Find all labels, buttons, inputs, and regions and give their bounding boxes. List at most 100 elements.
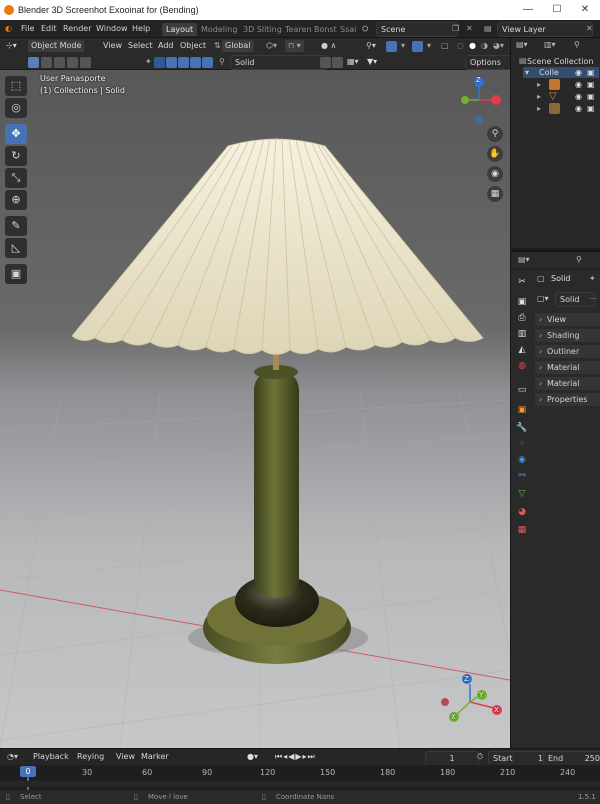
menu-select[interactable]: Select <box>125 40 156 52</box>
menu-help[interactable]: Help <box>132 24 150 33</box>
outliner-display-icon[interactable]: ▥▾ <box>541 39 559 51</box>
item-visibility-icon[interactable]: ◉ <box>575 92 582 101</box>
tool-rotate[interactable]: ↻ <box>5 146 27 166</box>
record-icon[interactable]: ●▾ <box>244 751 261 763</box>
outliner-item-1[interactable]: ▸ ◉ ▣ <box>537 79 599 90</box>
outliner-scene-collection[interactable]: Scene Collection <box>527 57 594 66</box>
tab-layout[interactable]: Layout <box>162 23 198 36</box>
pan-button[interactable]: ✋ <box>487 146 503 162</box>
view-layer-tab-icon[interactable]: ▥ <box>515 328 529 341</box>
object-mode-dropdown[interactable]: Object Mode <box>28 40 85 52</box>
select-mode-intersect-icon[interactable] <box>80 57 91 68</box>
expand-arrow-icon[interactable]: ▾ <box>525 68 529 77</box>
transform-orientation-dropdown[interactable]: Global <box>222 40 254 52</box>
tool-select-box[interactable]: ⬚ <box>5 76 27 96</box>
item-expand-icon[interactable]: ▸ <box>537 80 541 89</box>
end-frame-field[interactable]: End 250 <box>543 751 600 766</box>
scene-selector[interactable]: Scene <box>376 22 458 37</box>
panel-material-2[interactable]: Material <box>535 377 600 390</box>
panel-view[interactable]: View <box>535 313 600 326</box>
vertex-select-icon[interactable] <box>154 57 165 68</box>
timeline-ruler[interactable]: 0 30 60 90 120 150 180 180 210 240 <box>0 765 600 790</box>
world-tab-icon[interactable]: ◍ <box>515 360 529 373</box>
tool-tab-icon[interactable]: ✂ <box>515 276 529 289</box>
gizmo-toggle-icon[interactable] <box>386 41 397 52</box>
shading-type-icon[interactable]: ▢▾ <box>537 294 549 303</box>
layout-icon[interactable]: ▦▾ <box>344 56 362 68</box>
pivot-icon[interactable]: ⌬▾ <box>263 40 280 52</box>
filter-b-icon[interactable] <box>332 57 343 68</box>
constraints-tab-icon[interactable]: ⚯ <box>515 470 529 483</box>
edge-select-icon[interactable] <box>166 57 177 68</box>
overlay-toggle-icon[interactable] <box>412 41 423 52</box>
snap-icon[interactable]: ⊓ ▾ <box>285 40 304 52</box>
item-visibility-icon[interactable]: ◉ <box>575 104 582 113</box>
proportional-edit-icon[interactable]: ● ∧ <box>318 40 339 52</box>
select-mode-extend-icon[interactable] <box>41 57 52 68</box>
close-button[interactable]: ✕ <box>571 0 599 20</box>
panel-material-1[interactable]: Material <box>535 361 600 374</box>
modifier-tab-icon[interactable]: 🔧 <box>515 422 529 435</box>
tool-add-cube[interactable]: ▣ <box>5 264 27 284</box>
timeline-playback-menu[interactable]: Playback <box>30 751 72 763</box>
rendered-shading-icon[interactable]: ◕▾ <box>490 40 507 52</box>
item-render-icon[interactable]: ▣ <box>587 104 595 113</box>
current-frame-field[interactable]: 1 <box>425 751 479 766</box>
pin-icon[interactable]: ✦ <box>589 274 596 283</box>
properties-settings-icon[interactable]: ⋯ <box>589 294 597 303</box>
collection-tab-icon[interactable]: ▭ <box>515 384 529 397</box>
playhead[interactable]: 0 <box>20 766 36 777</box>
snap-target-icon[interactable] <box>190 57 201 68</box>
filter-a-icon[interactable] <box>320 57 331 68</box>
face-select-icon[interactable] <box>178 57 189 68</box>
delete-scene-icon[interactable]: ✕ <box>466 24 473 33</box>
select-mode-subtract-icon[interactable] <box>54 57 65 68</box>
collection-render-icon[interactable]: ▣ <box>587 68 595 77</box>
menu-object[interactable]: Object <box>177 40 209 52</box>
outliner-collection-row[interactable]: ▾ Colle ◉ ▣ <box>523 67 599 78</box>
texture-tab-icon[interactable]: ▦ <box>515 524 529 537</box>
snap-base-icon[interactable] <box>202 57 213 68</box>
outliner-editor-icon[interactable]: ▤▾ <box>513 39 531 51</box>
view-layer-close-icon[interactable]: ✕ <box>586 24 593 33</box>
tab-shading[interactable]: Ssai <box>336 23 360 36</box>
new-scene-icon[interactable]: ❐ <box>452 24 459 33</box>
start-frame-field[interactable]: Start 1 <box>488 751 550 766</box>
collection-visibility-icon[interactable]: ◉ <box>575 68 582 77</box>
menu-add[interactable]: Add <box>155 40 177 52</box>
blender-menu-icon[interactable]: ◐ <box>5 24 12 33</box>
shading-search-field[interactable]: Solid <box>230 55 328 70</box>
camera-view-button[interactable]: ◉ <box>487 166 503 182</box>
select-mode-new-icon[interactable] <box>28 57 39 68</box>
material-tab-icon[interactable]: ◕ <box>515 506 529 519</box>
properties-search-icon[interactable]: ⚲ <box>573 254 585 266</box>
tool-scale[interactable]: ⤡ <box>5 168 27 188</box>
panel-outliner[interactable]: Outliner <box>535 345 600 358</box>
item-render-icon[interactable]: ▣ <box>587 92 595 101</box>
gizmo-dropdown-icon[interactable]: ▾ <box>398 40 408 52</box>
item-render-icon[interactable]: ▣ <box>587 80 595 89</box>
properties-editor-icon[interactable]: ▤▾ <box>515 254 533 266</box>
perspective-toggle-button[interactable]: ▦ <box>487 186 503 202</box>
pin-icon[interactable]: ✦ <box>142 56 155 68</box>
item-expand-icon[interactable]: ▸ <box>537 104 541 113</box>
tool-measure[interactable]: ◺ <box>5 238 27 258</box>
outliner-item-2[interactable]: ▸ ▽ ◉ ▣ <box>537 91 599 102</box>
output-tab-icon[interactable]: ⎙ <box>515 312 529 325</box>
item-expand-icon[interactable]: ▸ <box>537 92 541 101</box>
item-visibility-icon[interactable]: ◉ <box>575 80 582 89</box>
outliner-item-3[interactable]: ▸ ◉ ▣ <box>537 103 599 114</box>
tool-transform[interactable]: ⊕ <box>5 190 27 210</box>
editor-type-icon[interactable]: ⊹▾ <box>3 40 20 52</box>
tool-move[interactable]: ✥ <box>5 124 27 144</box>
view-layer-selector[interactable]: View Layer <box>497 22 593 37</box>
tool-cursor[interactable]: ◎ <box>5 98 27 118</box>
zoom-button[interactable]: ⚲ <box>487 126 503 142</box>
tab-sculpting[interactable]: 3D Sliting <box>239 23 286 36</box>
particles-tab-icon[interactable]: ⁘ <box>515 438 529 451</box>
visibility-icon[interactable]: ⚲▾ <box>363 40 379 52</box>
xray-icon[interactable]: ▢ <box>438 40 452 52</box>
timeline-keying-menu[interactable]: Reying <box>74 751 107 763</box>
outliner-search-icon[interactable]: ⚲ <box>571 39 583 51</box>
playback-controls[interactable]: ⏮◂◀▶▸⏭ <box>272 751 319 763</box>
